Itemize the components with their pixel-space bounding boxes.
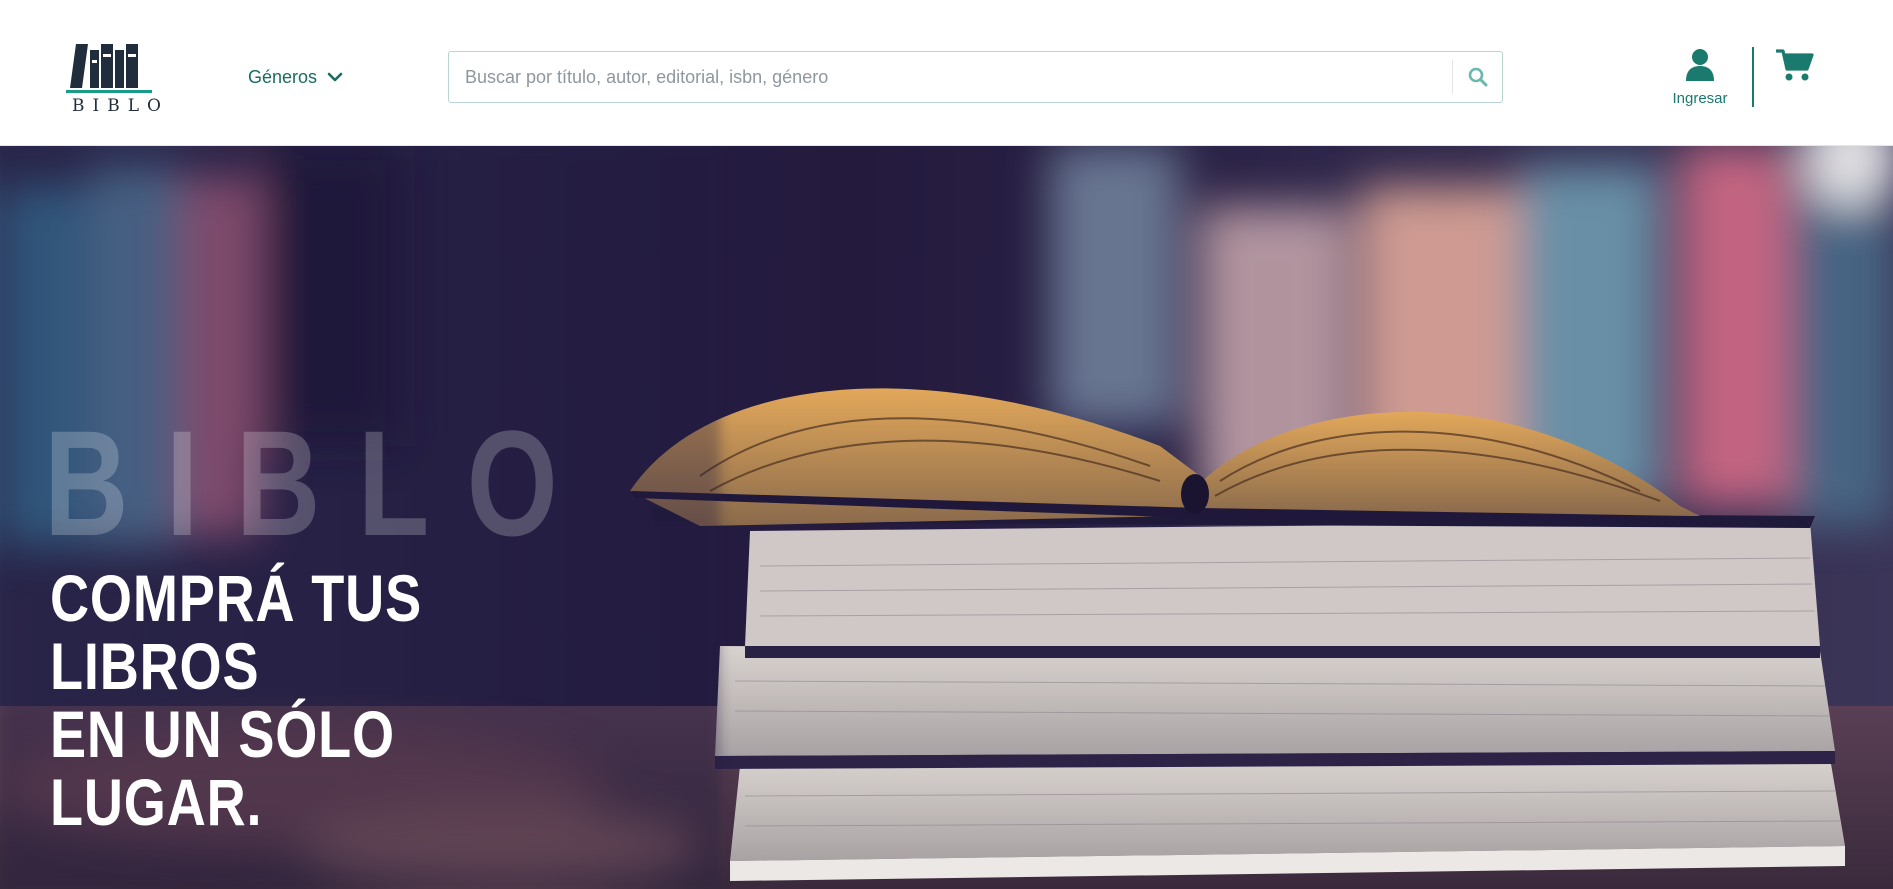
cart-button[interactable] (1775, 48, 1816, 84)
hero-watermark: BIBLO (44, 399, 596, 567)
search-button[interactable] (1453, 52, 1503, 102)
hero-banner: BIBLO COMPRÁ TUS LIBROS EN UN SÓLO LUGAR… (0, 146, 1893, 889)
site-header: BIBLO Géneros Ingresar (0, 0, 1893, 146)
hero-headline-line1: COMPRÁ TUS LIBROS (50, 561, 423, 703)
hero-headline: COMPRÁ TUS LIBROS EN UN SÓLO LUGAR. (50, 564, 558, 836)
genres-label: Géneros (248, 66, 318, 87)
site-logo[interactable]: BIBLO (66, 36, 169, 120)
cart-icon (1775, 49, 1814, 81)
hero-headline-line2: EN UN SÓLO LUGAR. (50, 697, 395, 839)
login-button[interactable]: Ingresar (1660, 48, 1740, 107)
chevron-down-icon (327, 72, 343, 82)
header-divider (1752, 47, 1754, 107)
books-logo-icon (66, 44, 152, 93)
logo-text: BIBLO (72, 96, 169, 116)
search-input[interactable] (449, 52, 1449, 102)
user-icon (1686, 49, 1714, 81)
search-icon (1468, 67, 1488, 87)
search-bar (448, 51, 1503, 103)
login-label: Ingresar (1672, 90, 1728, 107)
genres-dropdown[interactable]: Géneros (248, 64, 343, 90)
